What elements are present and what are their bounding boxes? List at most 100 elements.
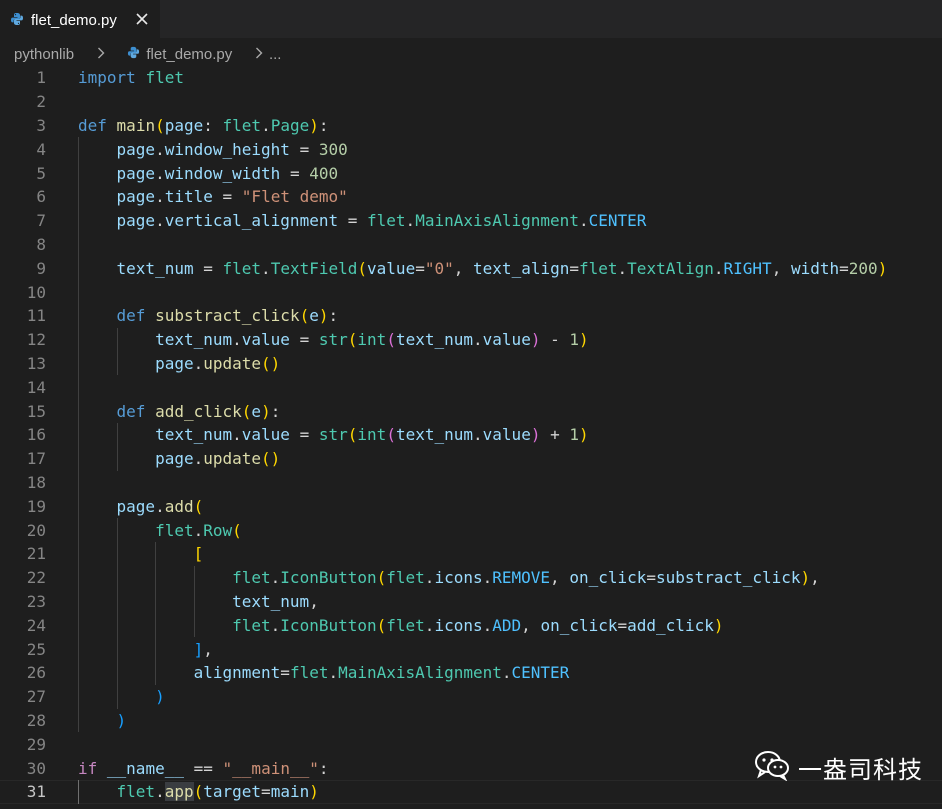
code-text: ) [116,710,127,730]
watermark-text: 一盎司科技 [798,755,923,784]
tab-bar: flet_demo.py [0,0,942,39]
code-text: def main(page: flet.Page): [78,115,329,135]
line-number: 28 [26,710,46,730]
breadcrumb: pythonlib flet_demo.py ... [0,40,942,68]
line-number: 12 [26,330,46,350]
code-line[interactable]: 24 flet.IconButton(flet.icons.ADD, on_cl… [0,613,942,637]
line-number: 25 [26,639,46,659]
code-line[interactable]: 6 page.title = "Flet demo" [0,185,942,209]
code-editor[interactable]: 1 import flet 2 3 def main(page: flet.Page):… [0,66,942,809]
indent-guide [193,565,195,638]
code-line[interactable]: 4 page.window_height = 300 [0,137,942,161]
code-text: page.vertical_alignment = flet.MainAxisA… [116,211,647,231]
code-text: page.update() [155,353,281,373]
code-text: alignment=flet.MainAxisAlignment.CENTER [193,663,570,683]
code-line[interactable]: 11 def substract_click(e): [0,304,942,328]
line-number: 26 [26,663,46,683]
line-number: 17 [26,449,46,469]
code-text: def add_click(e): [116,401,281,421]
code-line[interactable]: 12 text_num.value = str(int(text_num.val… [0,328,942,352]
line-number: 27 [26,687,46,707]
python-file-icon [10,11,24,30]
line-number: 23 [26,591,46,611]
indent-guide [155,542,157,685]
line-number: 9 [36,258,46,278]
line-number: 31 [26,782,46,802]
breadcrumb-folder[interactable]: pythonlib [14,46,74,63]
code-line[interactable]: 3 def main(page: flet.Page): [0,114,942,138]
line-number: 4 [36,139,46,159]
code-text: [ [193,544,204,564]
code-line[interactable]: 10 [0,280,942,304]
indent-guide [116,423,118,471]
code-line[interactable]: 8 [0,233,942,257]
line-number: 19 [26,496,46,516]
watermark: 一盎司科技 [754,748,923,786]
code-line[interactable]: 18 [0,471,942,495]
code-line[interactable]: 26 alignment=flet.MainAxisAlignment.CENT… [0,661,942,685]
wechat-icon [754,749,790,785]
code-text: if __name__ == "__main__": [78,758,329,778]
code-text: page.update() [155,449,281,469]
line-number: 16 [26,425,46,445]
close-icon[interactable] [133,10,151,28]
code-line[interactable]: 17 page.update() [0,447,942,471]
line-number: 29 [26,734,46,754]
code-text: flet.Row( [155,520,242,540]
line-number: 20 [26,520,46,540]
code-line[interactable]: 23 text_num, [0,590,942,614]
code-line[interactable]: 25 ], [0,637,942,661]
code-line[interactable]: 27 ) [0,685,942,709]
line-number: 14 [26,377,46,397]
line-number: 30 [26,758,46,778]
code-text: page.add( [116,496,204,516]
code-text: flet.IconButton(flet.icons.ADD, on_click… [232,615,724,635]
tab-label: flet_demo.py [31,11,117,29]
code-text: text_num = flet.TextField(value="0", tex… [116,258,888,278]
code-line[interactable]: 9 text_num = flet.TextField(value="0", t… [0,256,942,280]
line-number: 24 [26,615,46,635]
code-line[interactable]: 20 flet.Row( [0,518,942,542]
line-number: 7 [36,211,46,231]
code-text: page.title = "Flet demo" [116,187,348,207]
code-line[interactable]: 28 ) [0,709,942,733]
indent-guide [78,137,79,733]
line-number: 22 [26,568,46,588]
code-line[interactable]: 19 page.add( [0,494,942,518]
code-line[interactable]: 14 [0,375,942,399]
code-line[interactable]: 13 page.update() [0,352,942,376]
line-number: 15 [26,401,46,421]
code-text: page.window_width = 400 [116,163,339,183]
line-number: 1 [36,68,46,88]
code-text: ], [193,639,213,659]
code-text: def substract_click(e): [116,306,339,326]
code-text: page.window_height = 300 [116,139,348,159]
code-text: text_num.value = str(int(text_num.value)… [155,330,589,350]
line-number: 8 [36,234,46,254]
line-number: 6 [36,187,46,207]
code-line[interactable]: 16 text_num.value = str(int(text_num.val… [0,423,942,447]
code-text: flet.app(target=main) [116,782,319,802]
code-text: import flet [78,68,184,88]
code-text: flet.IconButton(flet.icons.REMOVE, on_cl… [232,568,820,588]
code-line[interactable]: 1 import flet [0,66,942,90]
line-number: 5 [36,163,46,183]
code-line[interactable]: 15 def add_click(e): [0,399,942,423]
breadcrumb-file[interactable]: flet_demo.py [146,46,232,63]
line-number: 2 [36,92,46,112]
code-text: text_num.value = str(int(text_num.value)… [155,425,589,445]
indent-guide [116,518,118,709]
code-line[interactable]: 21 [ [0,542,942,566]
indent-guide [78,780,79,804]
code-line[interactable]: 5 page.window_width = 400 [0,161,942,185]
line-number: 11 [26,306,46,326]
code-line[interactable]: 22 flet.IconButton(flet.icons.REMOVE, on… [0,566,942,590]
code-text: text_num, [232,591,319,611]
code-text: ) [155,687,165,707]
code-line[interactable]: 7 page.vertical_alignment = flet.MainAxi… [0,209,942,233]
line-number: 18 [26,472,46,492]
code-line[interactable]: 2 [0,90,942,114]
line-number: 13 [26,353,46,373]
breadcrumb-ellipsis[interactable]: ... [269,46,282,63]
line-number: 10 [26,282,46,302]
